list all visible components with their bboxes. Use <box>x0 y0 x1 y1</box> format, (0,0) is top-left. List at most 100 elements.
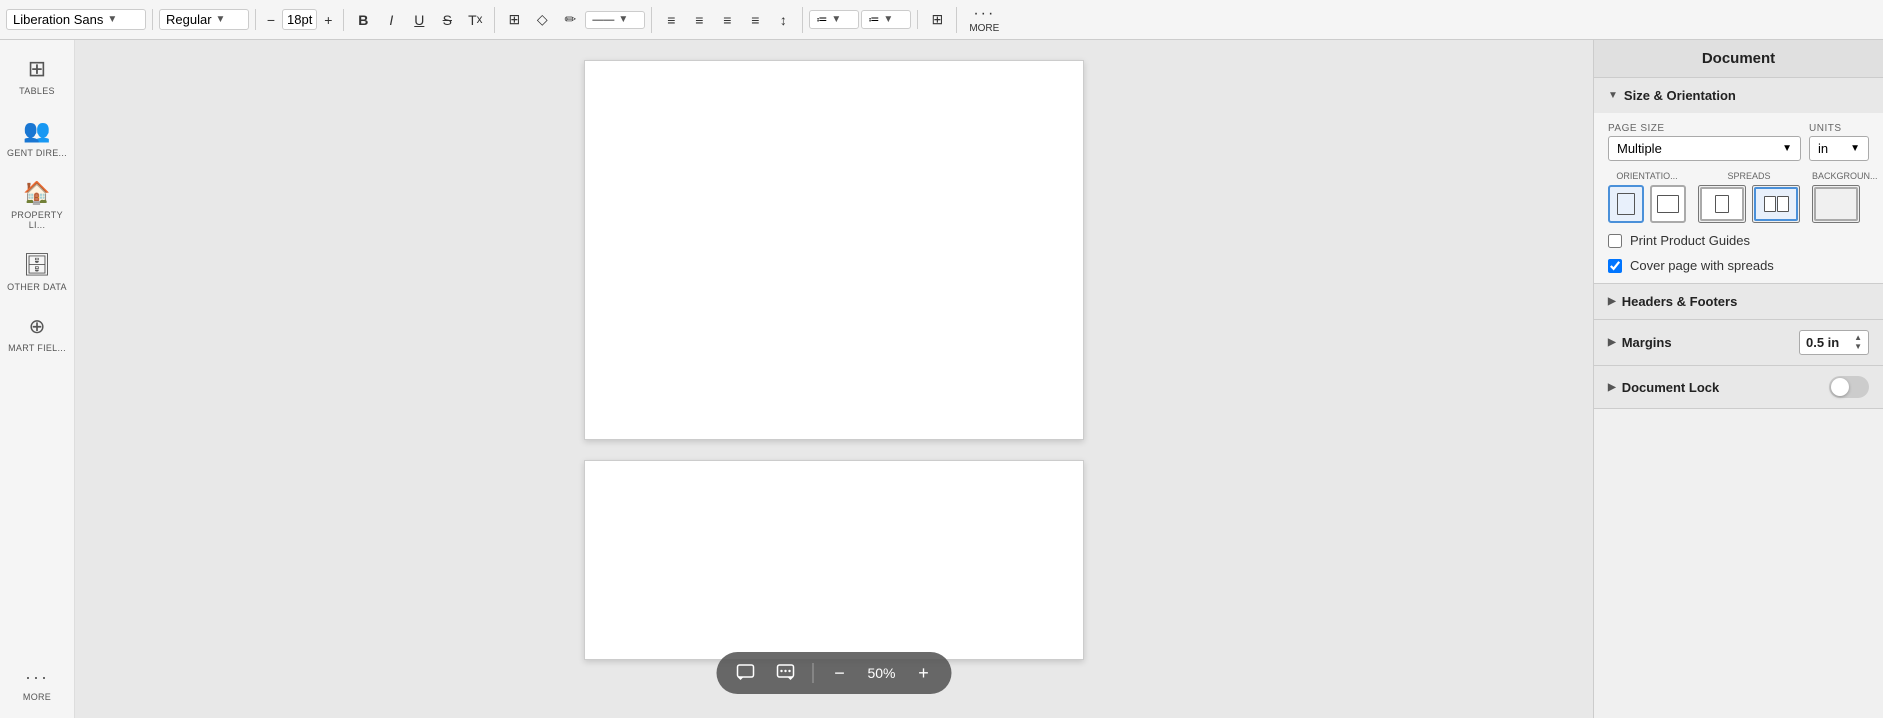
font-size-increase[interactable]: + <box>319 9 337 31</box>
headers-footers-arrow-icon: ▶ <box>1608 296 1616 307</box>
number-list-select[interactable]: ≔ ▼ <box>861 10 911 29</box>
orientation-group: ORIENTATIO... <box>1608 171 1686 223</box>
headers-footers-header[interactable]: ▶ Headers & Footers <box>1594 284 1883 319</box>
document-lock-section: ▶ Document Lock <box>1594 366 1883 409</box>
align-left-button[interactable]: ≡ <box>658 7 684 33</box>
more-button[interactable]: ··· MORE <box>963 3 1005 36</box>
page-size-label: PAGE SIZE <box>1608 123 1801 134</box>
headers-footers-section: ▶ Headers & Footers <box>1594 284 1883 320</box>
single-spread-icon-box <box>1700 187 1744 221</box>
units-value: in <box>1818 141 1828 156</box>
text-box-button[interactable]: ⊞ <box>501 7 527 33</box>
superscript-button[interactable]: Tx <box>462 7 488 33</box>
spreads-group: SPREADS <box>1698 171 1800 223</box>
italic-button[interactable]: I <box>378 7 404 33</box>
font-name-group: Liberation Sans ▼ <box>6 9 153 30</box>
background-label: BACKGROUN... <box>1812 171 1878 181</box>
align-justify-button[interactable]: ≡ <box>742 7 768 33</box>
spreads-icons <box>1698 185 1800 223</box>
toolbar: Liberation Sans ▼ Regular ▼ − 18pt + B I… <box>0 0 1883 40</box>
canvas-area[interactable]: − 50% + <box>75 40 1593 718</box>
print-guides-label: Print Product Guides <box>1630 233 1750 248</box>
zoom-bar: − 50% + <box>717 652 952 694</box>
print-guides-checkbox[interactable] <box>1608 234 1622 248</box>
orientations-label: ORIENTATIO... <box>1616 171 1677 181</box>
size-orientation-section: ▼ Size & Orientation PAGE SIZE Multiple … <box>1594 78 1883 284</box>
zoom-in-button[interactable]: + <box>910 659 938 687</box>
text-format-group: B I U S Tx <box>350 7 495 33</box>
size-orientation-arrow-icon: ▼ <box>1608 90 1618 101</box>
page-size-select[interactable]: Multiple ▼ <box>1608 136 1801 161</box>
other-data-icon: 🗄 <box>23 252 51 278</box>
sidebar-item-agent-dir[interactable]: 👥 GENT DIRE... <box>3 112 71 164</box>
panel-title: Document <box>1594 40 1883 78</box>
document-lock-toggle[interactable] <box>1829 376 1869 398</box>
zoom-divider <box>813 663 814 683</box>
page-canvas-1 <box>584 60 1084 440</box>
smart-field-icon: ⊕ <box>29 314 46 339</box>
margins-up-icon[interactable]: ▲ <box>1854 334 1862 342</box>
font-style-select[interactable]: Regular ▼ <box>159 9 249 30</box>
single-spread-button[interactable] <box>1698 185 1746 223</box>
sidebar-item-smart-field[interactable]: ⊕ MART FIEL... <box>3 308 71 359</box>
single-page-icon <box>1715 195 1729 213</box>
margins-value-box[interactable]: 0.5 in ▲ ▼ <box>1799 330 1869 355</box>
document-lock-toggle-knob <box>1831 378 1849 396</box>
double-spread-button[interactable] <box>1752 185 1800 223</box>
units-select[interactable]: in ▼ <box>1809 136 1869 161</box>
font-name-select[interactable]: Liberation Sans ▼ <box>6 9 146 30</box>
cover-page-row: Cover page with spreads <box>1608 258 1869 273</box>
margins-stepper: ▲ ▼ <box>1854 334 1862 351</box>
bullet-list-select[interactable]: ≔ ▼ <box>809 10 859 29</box>
font-name-value: Liberation Sans <box>13 12 103 27</box>
page-size-arrow-icon: ▼ <box>1782 143 1792 154</box>
zoom-out-button[interactable]: − <box>826 659 854 687</box>
highlight-button[interactable]: ◇ <box>529 7 555 33</box>
page-size-value: Multiple <box>1617 141 1662 156</box>
tables-label: TABLES <box>19 86 55 96</box>
margins-down-icon[interactable]: ▼ <box>1854 343 1862 351</box>
zoom-value: 50% <box>864 665 900 681</box>
smart-field-label: MART FIEL... <box>8 343 66 353</box>
size-orientation-header[interactable]: ▼ Size & Orientation <box>1594 78 1883 113</box>
sidebar-item-other-data[interactable]: 🗄 OTHER DATA <box>3 246 71 298</box>
margins-value: 0.5 in <box>1806 335 1839 350</box>
document-lock-header[interactable]: ▶ Document Lock <box>1594 366 1883 408</box>
comment-icon-button[interactable] <box>731 658 761 688</box>
portrait-orientation-button[interactable] <box>1608 185 1644 223</box>
underline-button[interactable]: U <box>406 7 432 33</box>
align-right-button[interactable]: ≡ <box>714 7 740 33</box>
sidebar-more[interactable]: ··· MORE <box>3 661 71 708</box>
chat-icon-button[interactable] <box>771 658 801 688</box>
agent-dir-icon: 👥 <box>23 118 50 144</box>
sidebar-item-tables[interactable]: ⊞ TABLES <box>3 50 71 102</box>
headers-footers-label: Headers & Footers <box>1622 294 1738 309</box>
tables-icon: ⊞ <box>28 56 46 82</box>
markup-button[interactable]: ✏ <box>557 7 583 33</box>
margins-header[interactable]: ▶ Margins 0.5 in ▲ ▼ <box>1594 320 1883 365</box>
font-size-group: − 18pt + <box>262 9 344 31</box>
strikethrough-button[interactable]: S <box>434 7 460 33</box>
line-spacing-button[interactable]: ↕ <box>770 7 796 33</box>
bold-button[interactable]: B <box>350 7 376 33</box>
landscape-orientation-button[interactable] <box>1650 185 1686 223</box>
font-size-value[interactable]: 18pt <box>282 9 317 30</box>
align-center-button[interactable]: ≡ <box>686 7 712 33</box>
cover-page-checkbox[interactable] <box>1608 259 1622 273</box>
document-lock-arrow-icon: ▶ <box>1608 382 1616 393</box>
background-button[interactable] <box>1812 185 1860 223</box>
margins-arrow-icon: ▶ <box>1608 337 1616 348</box>
list-group: ≔ ▼ ≔ ▼ <box>809 10 918 29</box>
units-arrow-icon: ▼ <box>1850 143 1860 154</box>
units-label: UNITS <box>1809 123 1869 134</box>
size-orientation-label: Size & Orientation <box>1624 88 1736 103</box>
portrait-icon <box>1617 193 1635 215</box>
insert-table-button[interactable]: ⊞ <box>924 7 950 33</box>
font-size-decrease[interactable]: − <box>262 9 280 31</box>
property-li-label: PROPERTY LI... <box>7 210 67 230</box>
cover-page-label: Cover page with spreads <box>1630 258 1774 273</box>
size-orientation-body: PAGE SIZE Multiple ▼ UNITS in ▼ <box>1594 113 1883 283</box>
orientation-icons <box>1608 185 1686 223</box>
line-style-select[interactable]: —— ▼ <box>585 11 645 29</box>
sidebar-item-property-li[interactable]: 🏠 PROPERTY LI... <box>3 174 71 236</box>
